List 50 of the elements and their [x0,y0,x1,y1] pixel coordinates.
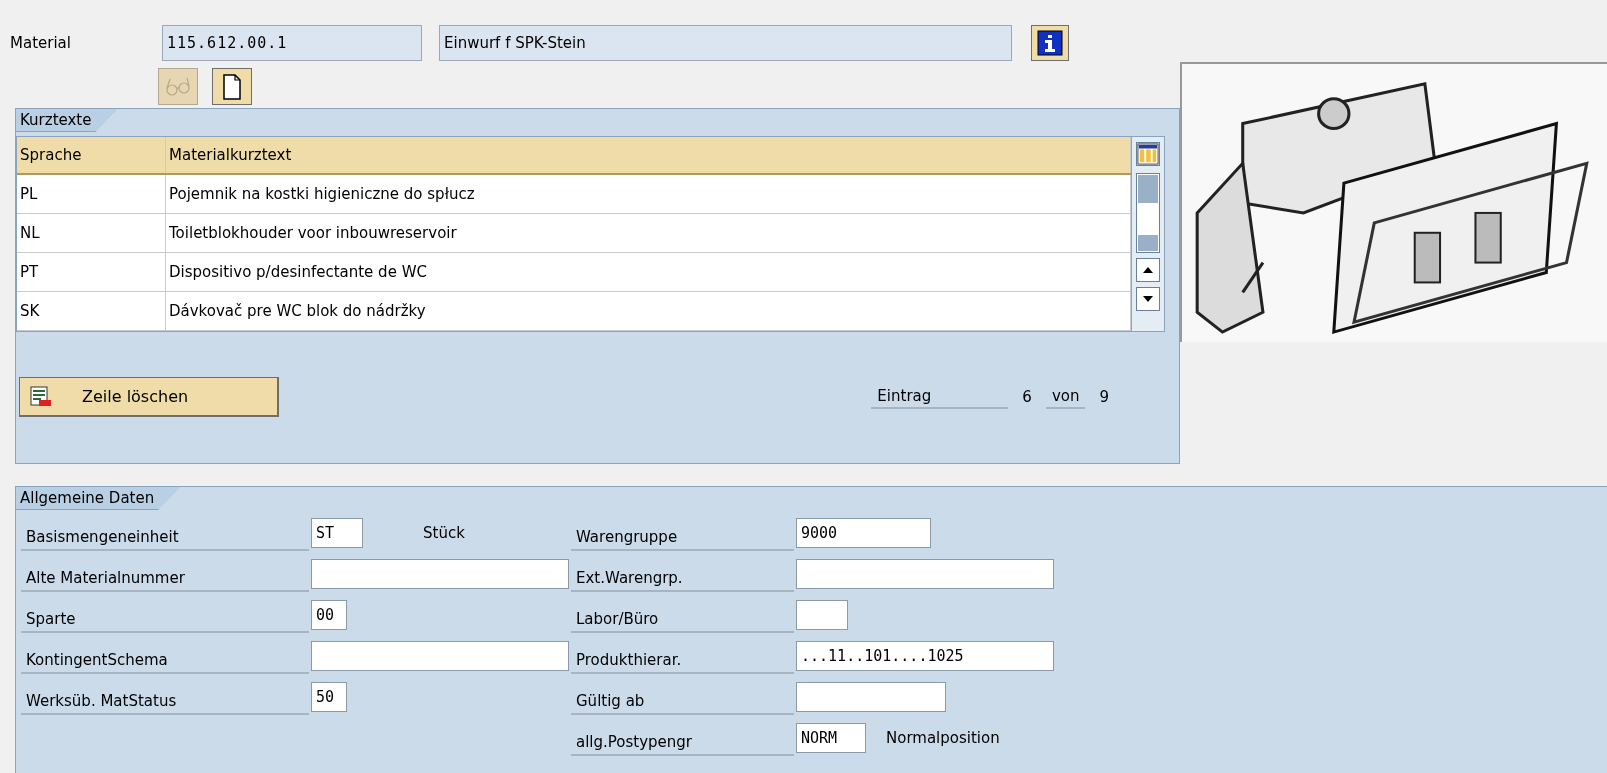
input-field[interactable] [311,640,569,671]
field-label: Labor/Büro [571,596,794,633]
scroll-down-button[interactable] [1136,287,1160,311]
field-label: allg.Postypengr [571,719,794,756]
field-description: Stück [423,523,465,542]
glasses-icon [164,75,192,98]
field-label: Basismengeneinheit [21,514,309,551]
input-field[interactable] [796,599,848,630]
input-field[interactable]: 9000 [796,517,931,548]
scroll-up-button[interactable] [1136,258,1160,282]
input-field[interactable]: NORM [796,722,866,753]
column-header[interactable]: Sprache [17,137,166,173]
field-description: Normalposition [886,728,1000,747]
field-label: Gültig ab [571,678,794,715]
column-settings-button[interactable] [1136,142,1160,166]
info-icon [1037,30,1063,56]
field-label: Ext.Warengrp. [571,555,794,592]
info-button[interactable] [1031,25,1069,61]
field-label: Sparte [21,596,309,633]
entry-total: 9 [1099,388,1109,406]
delete-row-button[interactable]: Zeile löschen [19,377,279,417]
field-label: Produkthierar. [571,637,794,674]
table-cell: NL [17,214,166,252]
columns-icon [1137,142,1159,166]
down-arrow-icon [1142,295,1154,303]
entry-label: Eintrag [871,385,1009,409]
field-label: Werksüb. MatStatus [21,678,309,715]
input-field[interactable]: 50 [311,681,347,712]
input-field[interactable] [311,558,569,589]
table-cell: PL [17,175,166,213]
entry-number: 6 [1022,388,1032,406]
field-label: Material [10,34,72,52]
document-icon [222,73,242,100]
field-label: KontingentSchema [21,637,309,674]
of-label: von [1045,385,1086,409]
description-field[interactable]: Einwurf f SPK-Stein [439,25,1012,61]
field-label: Alte Materialnummer [21,555,309,592]
material-number-field[interactable]: 115.612.00.1 [162,25,422,61]
delete-row-icon [30,385,52,408]
input-field[interactable]: 00 [311,599,347,630]
input-field[interactable] [796,681,946,712]
up-arrow-icon [1142,266,1154,274]
scrollbar[interactable] [1136,173,1160,253]
toolbar-button[interactable] [212,68,252,105]
input-field[interactable] [796,558,1054,589]
table-cell: PT [17,253,166,291]
field-label: Warengruppe [571,514,794,551]
table-cell: SK [17,292,166,330]
input-field[interactable]: ...11..101....1025 [796,640,1054,671]
input-field[interactable]: ST [311,517,363,548]
